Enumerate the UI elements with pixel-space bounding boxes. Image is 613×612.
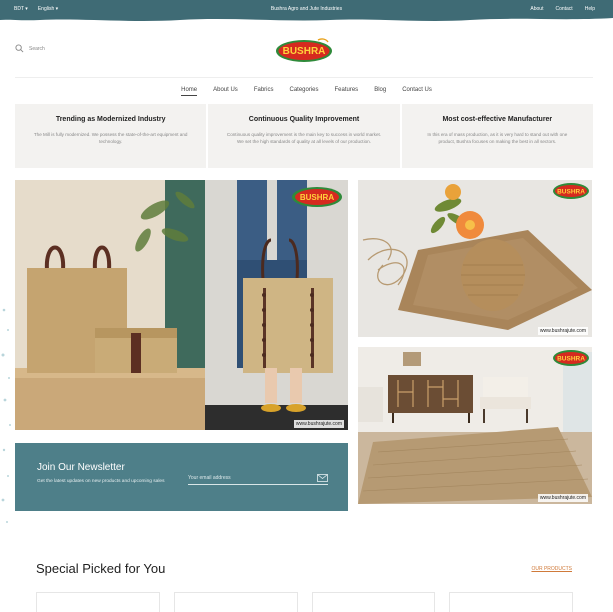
search-placeholder: Search <box>29 45 45 52</box>
product-card[interactable] <box>449 592 573 612</box>
feature-text: In this era of mass production, as it is… <box>427 132 568 144</box>
nav-contact-us[interactable]: Contact Us <box>402 87 432 96</box>
svg-text:BUSHRA: BUSHRA <box>557 189 585 196</box>
newsletter-title: Join Our Newsletter <box>37 462 125 473</box>
feature-card: Trending as Modernized Industry The Mill… <box>15 104 207 168</box>
feature-card: Most cost-effective Manufacturer In this… <box>401 104 593 168</box>
top-link-help[interactable]: Help <box>585 6 595 12</box>
rug-room-illustration: BUSHRA <box>358 347 592 504</box>
product-card[interactable] <box>173 592 298 612</box>
section-title: Special Picked for You <box>36 561 166 576</box>
search-field[interactable]: Search <box>15 44 45 53</box>
main-nav: Home About Us Fabrics Categories Feature… <box>0 87 613 96</box>
search-icon <box>15 44 24 53</box>
vase-illustration: BUSHRA <box>358 180 592 337</box>
feature-title: Most cost-effective Manufacturer <box>442 116 553 123</box>
nav-fabrics[interactable]: Fabrics <box>254 87 274 96</box>
product-card[interactable] <box>36 592 160 612</box>
newsletter-subtitle: Get the latest updates on new products a… <box>37 479 165 484</box>
feature-card: Continuous Quality Improvement Continuou… <box>208 104 400 168</box>
our-products-link[interactable]: OUR PRODUCTS <box>531 566 572 572</box>
tile1-url: www.bushrajute.com <box>537 327 588 335</box>
banner-jute-rug[interactable]: BUSHRA www.bushrajute.com <box>358 347 592 504</box>
feature-strip: Trending as Modernized Industry The Mill… <box>15 104 593 168</box>
nav-features[interactable]: Features <box>335 87 359 96</box>
mail-icon[interactable] <box>317 474 328 482</box>
top-link-about[interactable]: About <box>530 6 543 12</box>
top-link-contact[interactable]: Contact <box>555 6 572 12</box>
nav-about-us[interactable]: About Us <box>213 87 238 96</box>
svg-text:BUSHRA: BUSHRA <box>300 193 334 202</box>
hero-illustration: BUSHRA <box>15 180 348 430</box>
product-card[interactable] <box>311 592 436 612</box>
nav-categories[interactable]: Categories <box>289 87 318 96</box>
brand-logo[interactable]: BUSHRA <box>274 37 334 63</box>
feature-title: Trending as Modernized Industry <box>55 116 166 123</box>
newsletter-panel: Join Our Newsletter Get the latest updat… <box>15 443 348 511</box>
feature-text: The Mill is fully modernized. We possess… <box>33 132 188 144</box>
nav-home[interactable]: Home <box>181 87 198 96</box>
decorative-dots <box>1 308 11 523</box>
tile2-url: www.bushrajute.com <box>537 494 588 502</box>
hero-url: www.bushrajute.com <box>293 420 344 428</box>
product-cards <box>36 592 573 612</box>
header-divider <box>15 77 593 78</box>
topbar-wave-decoration <box>0 16 613 21</box>
svg-text:BUSHRA: BUSHRA <box>557 356 585 363</box>
feature-text: Continuous quality improvement is the ma… <box>226 132 382 144</box>
hero-banner-jute-bags[interactable]: BUSHRA www.bushrajute.com <box>15 180 348 430</box>
svg-text:BUSHRA: BUSHRA <box>283 46 326 57</box>
email-placeholder: Your email address <box>188 475 231 481</box>
company-name: Bushra Agro and Jute Industries <box>270 6 343 12</box>
banner-jute-vase[interactable]: BUSHRA www.bushrajute.com <box>358 180 592 337</box>
feature-title: Continuous Quality Improvement <box>248 116 360 123</box>
newsletter-email-input[interactable]: Your email address <box>188 473 328 485</box>
nav-blog[interactable]: Blog <box>374 87 386 96</box>
